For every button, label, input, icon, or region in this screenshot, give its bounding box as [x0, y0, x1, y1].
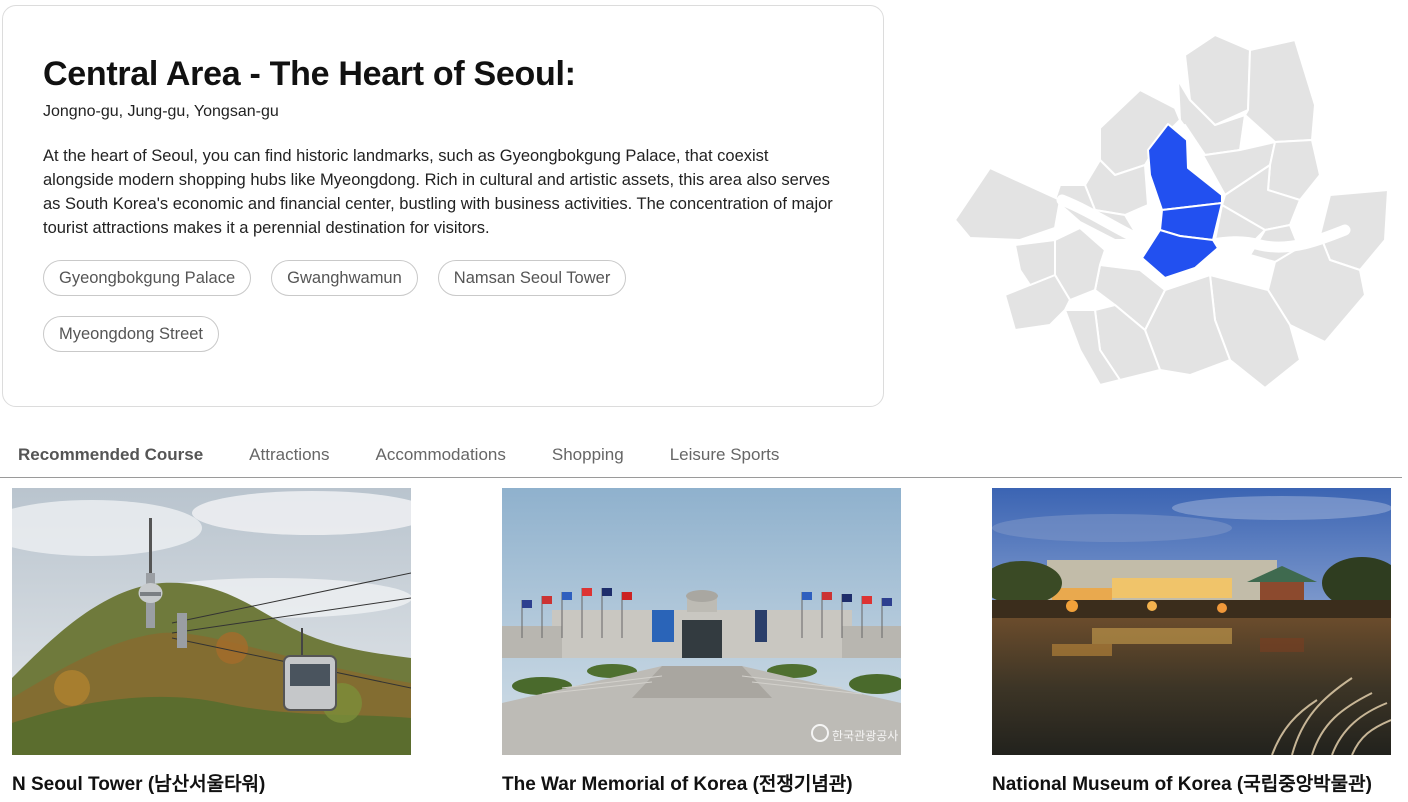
district-guro[interactable] [1004, 274, 1071, 331]
course-card-national-museum[interactable]: National Museum of Korea (국립중앙박물관) [992, 488, 1392, 796]
area-description: At the heart of Seoul, you can find hist… [43, 147, 833, 237]
course-cards: N Seoul Tower (남산서울타워) 한국관광공사 The War Me… [12, 488, 1402, 802]
war-memorial-photo[interactable]: 한국관광공사 [502, 488, 901, 755]
district-yangcheon[interactable] [1014, 239, 1056, 286]
category-tabs: Recommended Course Attractions Accommoda… [0, 436, 1402, 478]
photo-watermark: 한국관광공사 [832, 729, 898, 743]
tag-gyeongbokgung-palace[interactable]: Gyeongbokgung Palace [43, 260, 252, 296]
tab-leisure-sports[interactable]: Leisure Sports [670, 436, 780, 477]
card-title[interactable]: N Seoul Tower (남산서울타워) [12, 769, 412, 796]
seoul-map-svg [954, 34, 1389, 389]
n-seoul-tower-photo[interactable] [12, 488, 411, 755]
tab-shopping[interactable]: Shopping [552, 436, 624, 477]
tag-namsan-seoul-tower[interactable]: Namsan Seoul Tower [437, 260, 627, 296]
tag-gwanghwamun[interactable]: Gwanghwamun [271, 260, 418, 296]
card-title[interactable]: The War Memorial of Korea (전쟁기념관) [502, 769, 902, 796]
tag-myeongdong-street[interactable]: Myeongdong Street [43, 316, 220, 352]
tab-accommodations[interactable]: Accommodations [375, 436, 505, 477]
tab-attractions[interactable]: Attractions [249, 436, 329, 477]
national-museum-photo[interactable] [992, 488, 1391, 755]
district-nowon[interactable] [1244, 39, 1316, 143]
area-info-card: Central Area - The Heart of Seoul: Jongn… [2, 5, 884, 407]
district-jungnang[interactable] [1267, 139, 1321, 201]
area-districts: Jongno-gu, Jung-gu, Yongsan-gu [43, 103, 279, 120]
card-title[interactable]: National Museum of Korea (국립중앙박물관) [992, 769, 1392, 796]
seoul-district-map [950, 30, 1395, 390]
district-gangseo[interactable] [954, 167, 1061, 241]
area-title: Central Area - The Heart of Seoul: [43, 55, 576, 93]
course-card-n-seoul-tower[interactable]: N Seoul Tower (남산서울타워) [12, 488, 412, 796]
attraction-tags: Gyeongbokgung Palace Gwanghwamun Namsan … [43, 260, 683, 352]
tab-recommended-course[interactable]: Recommended Course [18, 436, 203, 477]
course-card-war-memorial[interactable]: 한국관광공사 The War Memorial of Korea (전쟁기념관) [502, 488, 902, 796]
